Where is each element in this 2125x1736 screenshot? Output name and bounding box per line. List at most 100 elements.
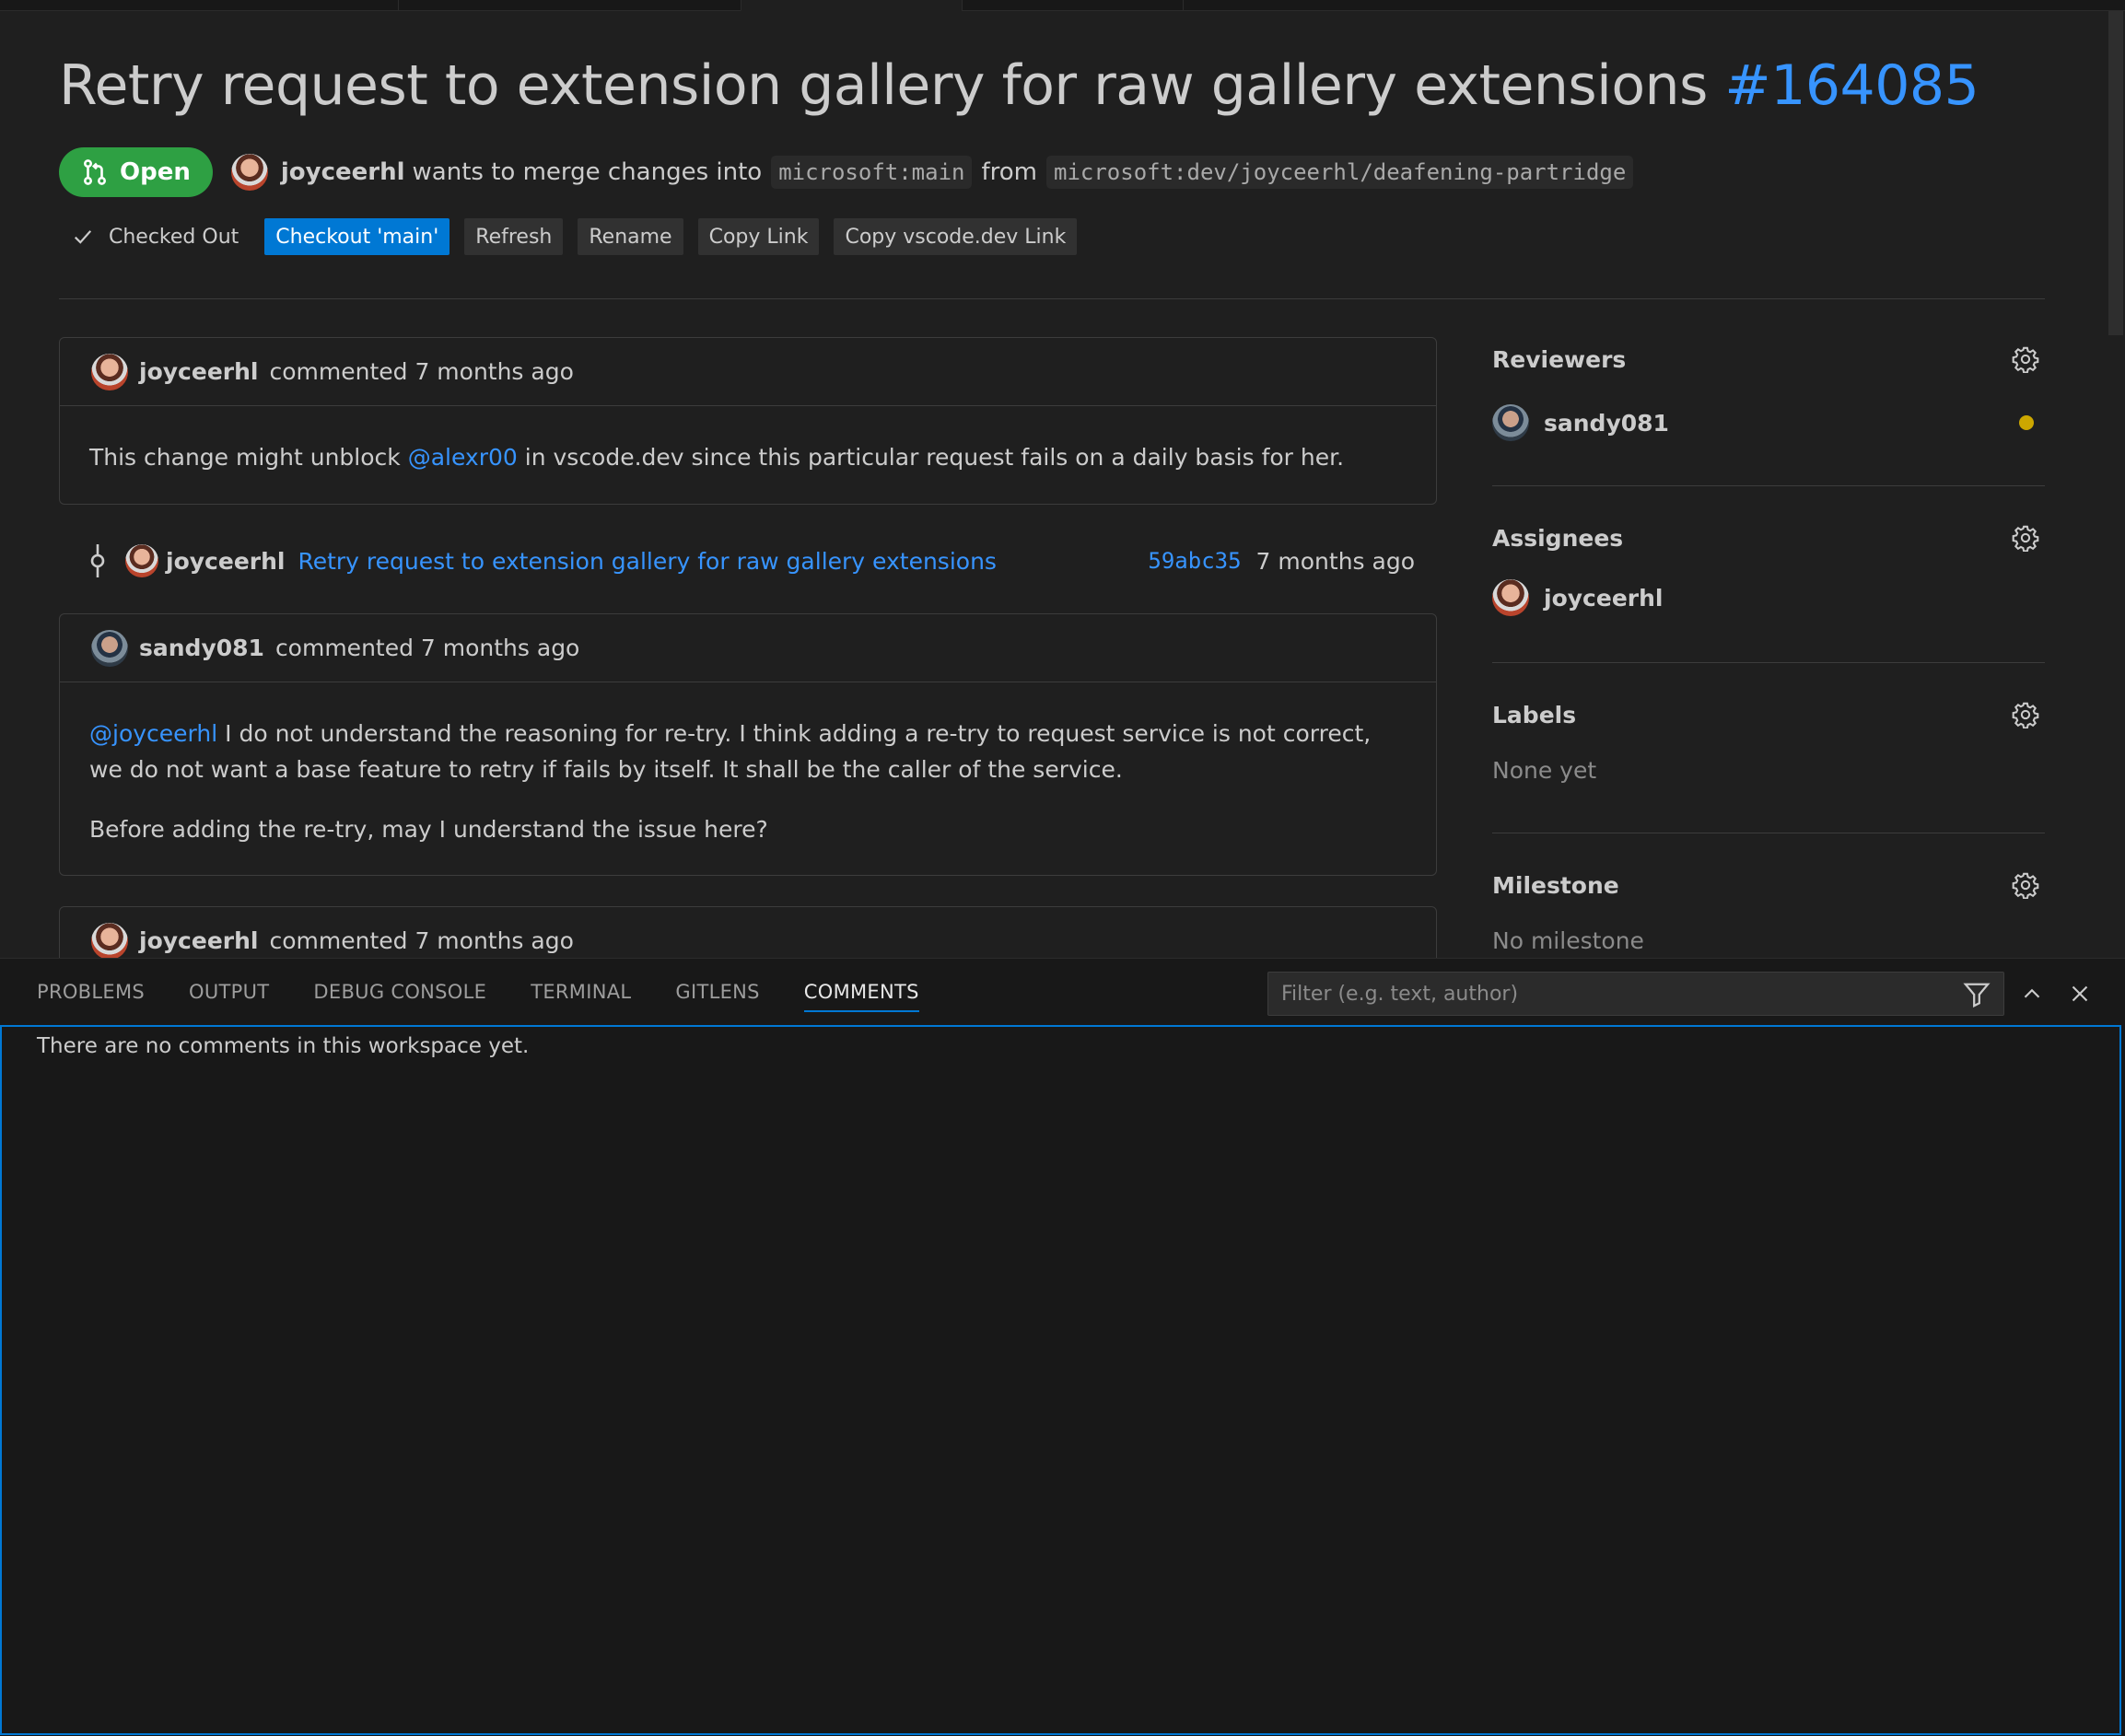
check-icon [74,230,92,244]
empty-message: There are no comments in this workspace … [37,1034,530,1058]
comments-panel-body: There are no comments in this workspace … [0,1025,2121,1735]
comment-header: joyceerhl commented 7 months ago [60,338,1436,406]
source-branch: microsoft:dev/joyceerhl/deafening-partri… [1046,156,1634,189]
comments-filter [1267,972,2004,1016]
refresh-button[interactable]: Refresh [464,218,564,255]
reviewers-section: Reviewers sandy081 [1492,341,2045,446]
labels-section: Labels None yet [1492,696,2045,788]
avatar[interactable] [91,353,128,390]
comment-body: This change might unblock @alexr00 in vs… [60,406,1436,475]
reviewer-item[interactable]: sandy081 [1492,400,2045,446]
checked-out-status: Checked Out [72,226,239,249]
milestone-empty: No milestone [1492,927,1644,954]
editor-tab-strip [0,0,2125,11]
section-title: Assignees [1492,524,1624,552]
filter-icon[interactable] [1963,980,1991,1008]
comment-meta: commented 7 months ago [274,635,580,661]
section-title: Labels [1492,701,1577,728]
comment-text: in vscode.dev since this particular requ… [517,444,1345,471]
section-title: Reviewers [1492,345,1627,373]
tab-debug-console[interactable]: DEBUG CONSOLE [313,959,486,1025]
pull-request-editor: Retry request to extension gallery for r… [0,0,2125,958]
comment-meta: commented 7 months ago [269,358,574,385]
close-panel-button[interactable] [2065,979,2095,1008]
assignees-section: Assignees joyceerhl [1492,519,2045,621]
checked-out-label: Checked Out [109,225,239,249]
comment-author[interactable]: sandy081 [139,635,264,661]
assignee-name: joyceerhl [1544,584,1664,612]
bottom-panel: PROBLEMS OUTPUT DEBUG CONSOLE TERMINAL G… [0,958,2125,1736]
gear-icon[interactable] [2012,524,2039,552]
target-branch: microsoft:main [771,156,973,189]
comment-text: Before adding the re-try, may I understa… [89,816,768,843]
avatar[interactable] [91,922,128,958]
comment-body: @joyceerhl I do not understand the reaso… [60,682,1436,847]
avatar [1492,404,1529,441]
chevron-up-icon [2024,988,2040,998]
section-title: Milestone [1492,871,1619,899]
gear-icon[interactable] [2012,345,2039,373]
filter-input[interactable] [1281,982,1963,1006]
comment-meta: commented 7 months ago [269,927,574,954]
reviewers-header: Reviewers [1492,341,2045,378]
pr-actions: Checked Out Checkout 'main' Refresh Rena… [72,217,1092,256]
copy-link-button[interactable]: Copy Link [697,218,820,255]
scrollbar-thumb[interactable] [2108,11,2123,335]
sidebar-divider [1492,485,2045,486]
comment-author[interactable]: joyceerhl [139,358,258,385]
reviewer-name: sandy081 [1544,409,1669,437]
comment-header: joyceerhl commented 7 months ago [60,907,1436,958]
milestone-header: Milestone [1492,867,2045,903]
editor-tab-active[interactable] [741,0,962,11]
avatar[interactable] [91,629,128,667]
labels-empty: None yet [1492,757,1597,784]
commit-time: 7 months ago [1255,547,1415,575]
close-icon [2072,985,2088,1002]
pr-author[interactable]: joyceerhl [281,158,405,186]
comment-header: sandy081 commented 7 months ago [60,614,1436,682]
gear-icon[interactable] [2012,871,2039,899]
maximize-panel-button[interactable] [2017,979,2047,1008]
checkout-main-button[interactable]: Checkout 'main' [264,218,450,255]
editor-tab[interactable] [962,0,1183,11]
tab-problems[interactable]: PROBLEMS [37,959,145,1025]
from-text: from [981,158,1037,186]
tab-output[interactable]: OUTPUT [189,959,269,1025]
avatar[interactable] [230,154,268,191]
avatar[interactable] [125,544,158,577]
mention-link[interactable]: @alexr00 [408,444,518,471]
assignee-item[interactable]: joyceerhl [1492,575,2045,621]
pr-number-link[interactable]: #164085 [1724,53,1979,118]
comment-text: I do not understand the reasoning for re… [89,720,1372,783]
status-badge-label: Open [120,158,191,186]
git-pull-request-icon [83,159,107,185]
merge-text: wants to merge changes into [412,158,763,186]
tab-comments[interactable]: COMMENTS [803,959,919,1025]
milestone-section: Milestone No milestone [1492,867,2045,958]
page-title: Retry request to extension gallery for r… [59,53,1979,118]
tab-terminal[interactable]: TERMINAL [531,959,631,1025]
labels-header: Labels [1492,696,2045,733]
comment-card: joyceerhl commented 7 months ago [59,906,1437,958]
rename-button[interactable]: Rename [578,218,683,255]
commit-author[interactable]: joyceerhl [166,548,285,575]
mention-link[interactable]: @joyceerhl [89,720,217,747]
editor-tab[interactable] [398,0,741,11]
comment-text: This change might unblock [89,444,408,471]
comment-author[interactable]: joyceerhl [139,927,258,954]
sidebar-divider [1492,662,2045,663]
git-commit-icon [90,544,105,577]
pending-review-dot [2019,415,2034,430]
editor-tab[interactable] [1183,0,2125,11]
commit-event: joyceerhl Retry request to extension gal… [88,538,1415,584]
tab-gitlens[interactable]: GITLENS [675,959,759,1025]
comment-card: sandy081 commented 7 months ago @joyceer… [59,613,1437,876]
copy-vscode-link-button[interactable]: Copy vscode.dev Link [834,218,1078,255]
editor-scrollbar[interactable] [2105,11,2125,958]
commit-message-link[interactable]: Retry request to extension gallery for r… [298,548,996,575]
gear-icon[interactable] [2012,701,2039,728]
assignees-header: Assignees [1492,519,2045,556]
pr-state-row: Open joyceerhl wants to merge changes in… [59,147,1642,197]
status-badge: Open [59,147,213,197]
commit-sha-link[interactable]: 59abc35 [1148,548,1241,574]
